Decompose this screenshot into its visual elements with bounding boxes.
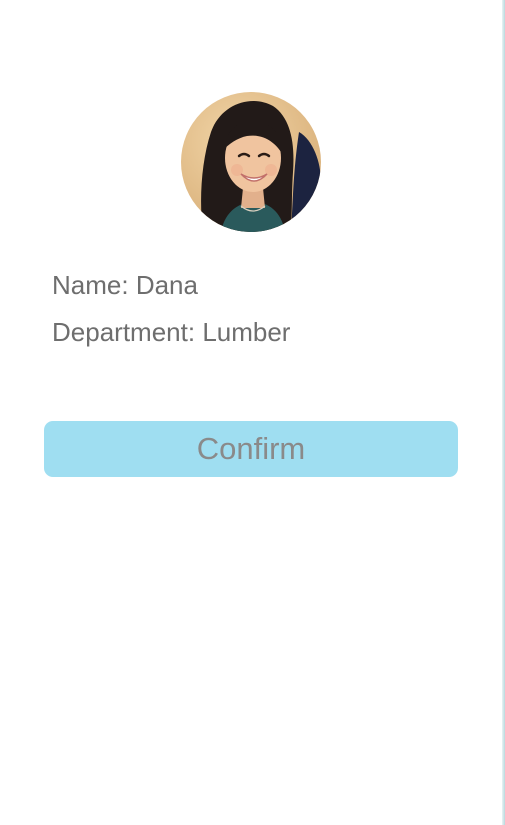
department-line: Department: Lumber (52, 317, 290, 348)
avatar (181, 92, 321, 232)
confirm-button[interactable]: Confirm (44, 421, 458, 477)
department-label: Department: (52, 317, 196, 347)
confirm-button-label: Confirm (196, 431, 306, 466)
department-value: Lumber (202, 317, 291, 347)
name-label: Name: (52, 270, 129, 300)
name-value: Dana (135, 270, 198, 300)
name-line: Name: Dana (52, 270, 198, 301)
user-photo-icon (181, 92, 321, 232)
employee-confirm-screen: Name: Dana Department: Lumber Confirm (0, 0, 505, 825)
